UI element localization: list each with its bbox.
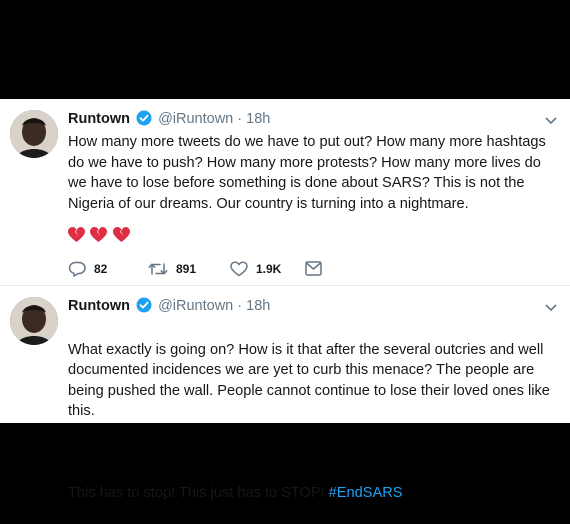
tweet-text-main: What exactly is going on? How is it that… [68, 341, 550, 420]
tweet-text-closing: This has to stop! This just has to STOP! [68, 484, 329, 501]
direct-message-button[interactable] [305, 261, 330, 276]
tweet-header: Runtown @iRuntown · 18h [68, 110, 270, 131]
author-name[interactable]: Runtown [68, 111, 130, 127]
retweet-icon [148, 263, 168, 275]
like-count: 1.9K [256, 262, 282, 276]
broken-heart-icon [90, 227, 108, 242]
reply-button[interactable]: 82 [68, 261, 107, 277]
like-button[interactable]: 1.9K [230, 261, 281, 277]
tweet-text: What exactly is going on? How is it that… [68, 319, 558, 524]
separator: · [233, 298, 247, 314]
author-handle[interactable]: @iRuntown [158, 111, 233, 127]
verified-icon [136, 110, 152, 131]
envelope-icon [305, 261, 322, 276]
verified-icon [136, 297, 152, 318]
chevron-down-icon[interactable] [544, 300, 558, 312]
broken-heart-icon [68, 227, 85, 242]
tweet[interactable]: Runtown @iRuntown · 18h What exactly is … [0, 285, 570, 501]
retweet-count: 891 [176, 262, 197, 276]
separator: · [233, 111, 247, 127]
tweet[interactable]: Runtown @iRuntown · 18h How many more tw… [0, 99, 570, 285]
author-name[interactable]: Runtown [68, 298, 130, 314]
retweet-button[interactable]: 891 [148, 261, 196, 277]
tweet-text-end: This has to stop! This just has to STOP!… [68, 483, 558, 504]
reply-icon [68, 261, 86, 277]
avatar[interactable] [10, 297, 58, 345]
hashtag-link[interactable]: #EndSARS [329, 485, 403, 501]
reply-count: 82 [94, 262, 108, 276]
tweet-header: Runtown @iRuntown · 18h [68, 297, 270, 318]
timeline: Runtown @iRuntown · 18h How many more tw… [0, 99, 570, 501]
broken-heart-icon [112, 227, 130, 242]
timestamp[interactable]: 18h [246, 111, 270, 127]
heart-icon [230, 261, 248, 277]
chevron-down-icon[interactable] [544, 113, 558, 125]
tweet-text: How many more tweets do we have to put o… [68, 134, 546, 212]
emoji-row [68, 227, 131, 247]
author-handle[interactable]: @iRuntown [158, 298, 233, 314]
avatar[interactable] [10, 110, 58, 158]
timestamp[interactable]: 18h [246, 298, 270, 314]
